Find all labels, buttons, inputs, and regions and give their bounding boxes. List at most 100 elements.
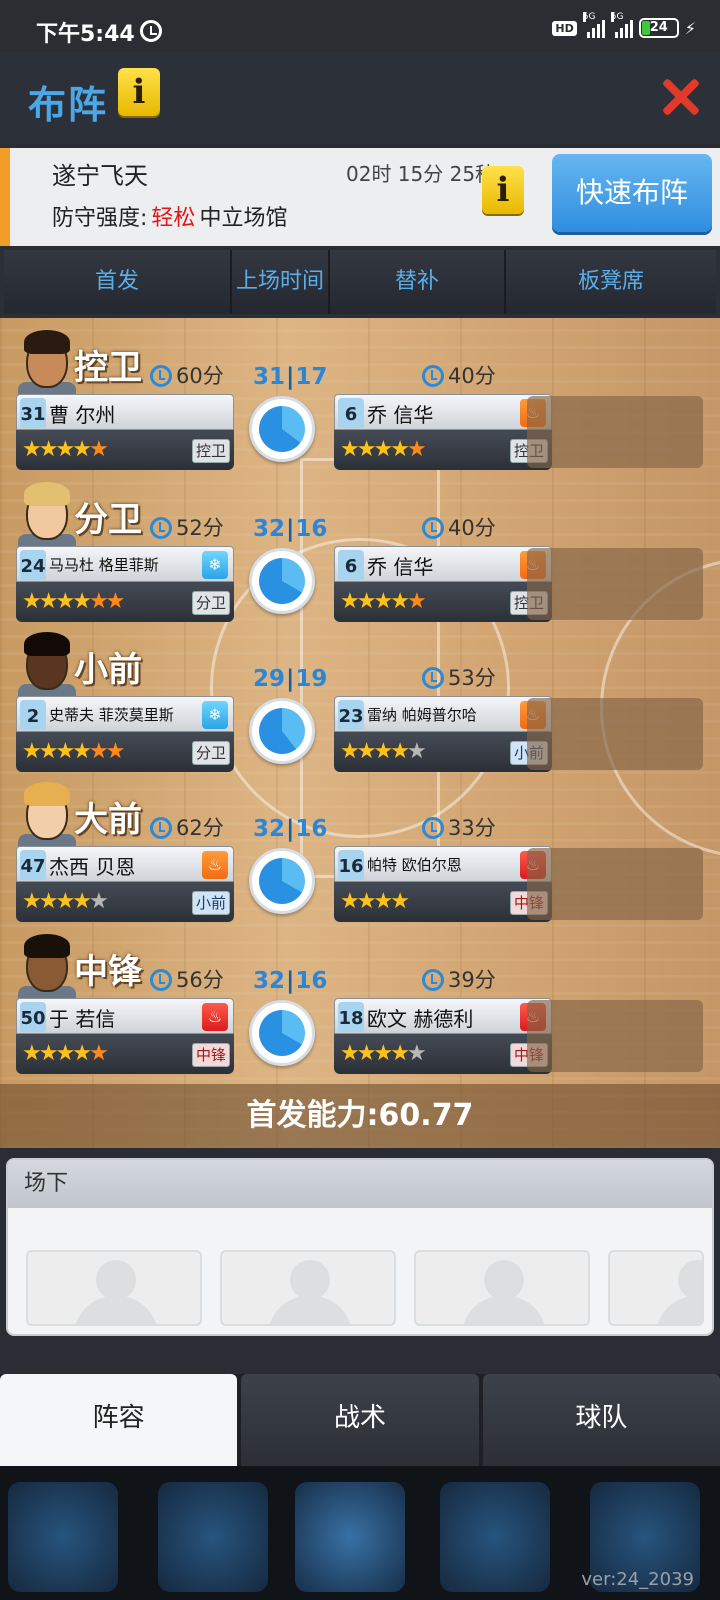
sub-time: 53分 xyxy=(422,662,496,692)
minutes-pie[interactable] xyxy=(249,548,315,614)
minutes-split: 32|16 xyxy=(253,516,328,542)
lineup-row: 小前 2史蒂夫 菲茨莫里斯 ❄ ★★★★★★ 分卫 29|19 53分 23雷纳 帕姆普尔哈♨… xyxy=(0,628,720,778)
defense-line: 防守强度: 轻松 中立场馆 xyxy=(52,200,287,232)
sub-card[interactable]: 6乔 信华♨★★★★★控卫 xyxy=(334,394,552,470)
lineup-row: 大前 62分 47杰西 贝恩 ♨ ★★★★★ 小前 32|16 33分 16帕特 欧伯尔恩♨★★… xyxy=(0,778,720,928)
player-name: 欧文 赫德利 xyxy=(367,1007,474,1031)
player-name: 马马杜 格里菲斯 xyxy=(49,556,159,574)
position-title: 分卫 xyxy=(74,500,142,540)
rating-stars: ★★★★★ xyxy=(340,1041,427,1066)
rating-stars: ★★★★★ xyxy=(340,437,427,462)
jersey-number: 47 xyxy=(20,850,46,880)
sub-card[interactable]: 18欧文 赫德利♨★★★★★中锋 xyxy=(334,998,552,1074)
close-button[interactable] xyxy=(660,76,700,116)
cold-form-icon: ❄ xyxy=(202,551,228,579)
bench-seat[interactable] xyxy=(527,1000,703,1072)
starter-card[interactable]: 2 史蒂夫 菲茨莫里斯 ❄ ★★★★★★ 分卫 xyxy=(16,696,234,772)
starter-time: 56分 xyxy=(150,964,224,994)
jersey-number: 2 xyxy=(20,700,46,730)
venue: 中立场馆 xyxy=(199,206,288,231)
bottom-tabs: 阵容 战术 球队 xyxy=(0,1374,720,1466)
player-name: 帕特 欧伯尔恩 xyxy=(367,856,462,874)
cold-form-icon: ❄ xyxy=(202,701,228,729)
bench-slot[interactable] xyxy=(608,1250,704,1326)
bench-title: 场下 xyxy=(8,1160,712,1208)
minutes-split: 32|16 xyxy=(253,816,328,842)
quick-lineup-button[interactable]: 快速布阵 xyxy=(552,154,712,232)
position-tag: 小前 xyxy=(191,891,230,915)
rating-stars: ★★★★★★ xyxy=(22,739,125,764)
hd-icon: HD xyxy=(552,20,577,36)
minutes-pie[interactable] xyxy=(249,848,315,914)
court: 控卫60分31曹 尔州★★★★★控卫31|1740分6乔 信华♨★★★★★控卫分… xyxy=(0,318,720,1148)
column-playtime[interactable]: 上场时间 xyxy=(232,250,330,314)
column-headers: 首发 上场时间 替补 板凳席 xyxy=(0,250,720,318)
sub-time: 40分 xyxy=(422,360,496,390)
position-tag: 分卫 xyxy=(191,741,230,765)
jersey-number: 24 xyxy=(20,550,46,580)
rating-stars: ★★★★★ xyxy=(22,889,109,914)
bench-slot[interactable] xyxy=(414,1250,590,1326)
position-title: 小前 xyxy=(74,650,142,690)
rating-stars: ★★★★★ xyxy=(340,589,427,614)
tab-tactics[interactable]: 战术 xyxy=(241,1374,479,1466)
player-name: 于 若信 xyxy=(49,1007,116,1031)
court-nav-icon[interactable] xyxy=(295,1482,405,1592)
tab-team[interactable]: 球队 xyxy=(482,1374,720,1466)
position-title: 中锋 xyxy=(74,952,142,992)
bench-seat[interactable] xyxy=(527,548,703,620)
position-tag: 分卫 xyxy=(191,591,230,615)
jersey-number: 6 xyxy=(338,550,364,580)
shop-nav-icon[interactable] xyxy=(158,1482,268,1592)
player-name: 雷纳 帕姆普尔哈 xyxy=(367,706,477,724)
column-bench[interactable]: 板凳席 xyxy=(506,250,716,314)
sub-time: 39分 xyxy=(422,964,496,994)
bench-slot[interactable] xyxy=(220,1250,396,1326)
starter-card[interactable]: 47 杰西 贝恩 ♨ ★★★★★ 小前 xyxy=(16,846,234,922)
rating-stars: ★★★★★★ xyxy=(22,589,125,614)
defense-label: 防守强度: xyxy=(52,206,148,231)
starter-card[interactable]: 24 马马杜 格里菲斯 ❄ ★★★★★★ 分卫 xyxy=(16,546,234,622)
bench-seat[interactable] xyxy=(527,396,703,468)
minutes-pie[interactable] xyxy=(249,698,315,764)
rating-stars: ★★★★ xyxy=(340,889,410,914)
lineup-row: 控卫 60分 31曹 尔州 ★★★★★ 控卫 31|17 40分 6乔 信华♨★★★★★控卫 xyxy=(0,326,720,476)
rating-stars: ★★★★★ xyxy=(22,437,109,462)
player-avatar xyxy=(18,480,76,548)
bench-slot[interactable] xyxy=(26,1250,202,1326)
sub-card[interactable]: 23雷纳 帕姆普尔哈♨★★★★★小前 xyxy=(334,696,552,772)
starter-card[interactable]: 50 于 若信 ♨ ★★★★★ 中锋 xyxy=(16,998,234,1074)
player-avatar xyxy=(18,780,76,848)
match-info-icon[interactable]: i xyxy=(482,166,524,214)
tab-lineup[interactable]: 阵容 xyxy=(0,1374,238,1466)
player-name: 杰西 贝恩 xyxy=(49,855,136,879)
minutes-pie[interactable] xyxy=(249,1000,315,1066)
jersey-number: 16 xyxy=(338,850,364,880)
bench-seat[interactable] xyxy=(527,698,703,770)
player-name: 乔 信华 xyxy=(367,403,434,427)
battery-icon: 24 xyxy=(638,18,679,38)
starter-card[interactable]: 31 曹 尔州 ★★★★★ 控卫 xyxy=(16,394,234,470)
position-tag: 中锋 xyxy=(191,1043,230,1067)
stopwatch-icon xyxy=(422,365,444,387)
minutes-pie[interactable] xyxy=(249,396,315,462)
nav-dock: ver:24_2039 xyxy=(0,1466,720,1600)
player-name: 乔 信华 xyxy=(367,555,434,579)
star-nav-icon[interactable] xyxy=(8,1482,118,1592)
alarm-icon xyxy=(140,20,162,42)
info-icon[interactable]: i xyxy=(118,68,160,116)
jersey-number: 50 xyxy=(20,1002,46,1032)
match-info: 遂宁飞天 02时 15分 25秒 防守强度: 轻松 中立场馆 i 快速布阵 xyxy=(0,148,720,246)
bench-seat[interactable] xyxy=(527,848,703,920)
column-subs[interactable]: 替补 xyxy=(330,250,506,314)
starter-time: 60分 xyxy=(150,360,224,390)
stopwatch-icon xyxy=(422,817,444,839)
stopwatch-icon xyxy=(150,969,172,991)
chat-nav-icon[interactable] xyxy=(440,1482,550,1592)
status-time: 下午5:44 xyxy=(36,22,135,47)
sub-card[interactable]: 6乔 信华♨★★★★★控卫 xyxy=(334,546,552,622)
sub-card[interactable]: 16帕特 欧伯尔恩♨★★★★中锋 xyxy=(334,846,552,922)
signal-icon: 5G xyxy=(582,12,605,38)
column-starters[interactable]: 首发 xyxy=(4,250,232,314)
minutes-split: 29|19 xyxy=(253,666,328,692)
